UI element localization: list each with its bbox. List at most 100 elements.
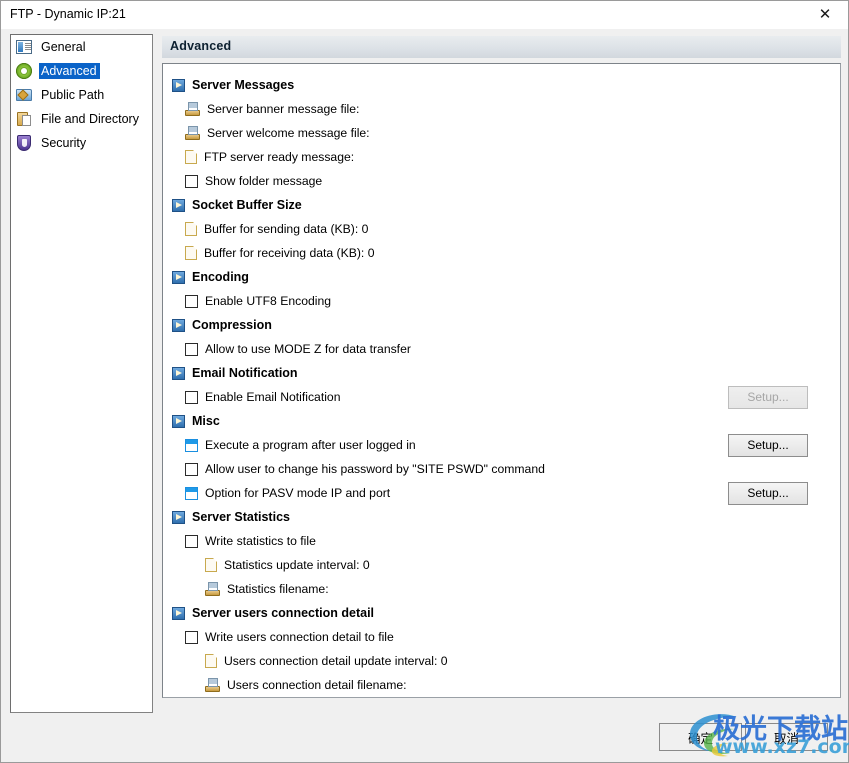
setting-label: Users connection detail filename: <box>227 678 407 692</box>
cancel-button[interactable]: 取消 <box>745 723 828 751</box>
pane-header: Advanced <box>162 36 841 58</box>
section-header[interactable]: Server Statistics <box>163 505 840 529</box>
section-header[interactable]: Server users connection detail <box>163 601 840 625</box>
clipboard-icon <box>15 110 33 128</box>
setting-label: FTP server ready message: <box>204 150 355 164</box>
setting-row[interactable]: Option for PASV mode IP and port Setup... <box>163 481 840 505</box>
sidebar-item-general[interactable]: General <box>11 35 152 59</box>
setting-row[interactable]: Statistics update interval: 0 <box>163 553 840 577</box>
setting-label: Statistics update interval: 0 <box>224 558 370 572</box>
checkbox[interactable] <box>185 486 198 500</box>
page-icon <box>185 150 197 164</box>
sidebar-item-advanced[interactable]: Advanced <box>11 59 152 83</box>
section-title: Socket Buffer Size <box>192 198 302 212</box>
expand-arrow-icon[interactable] <box>172 510 185 524</box>
file-document-icon <box>185 102 200 116</box>
setting-row[interactable]: Users connection detail filename: <box>163 673 840 697</box>
sidebar-item-label: Advanced <box>39 63 100 79</box>
setting-row[interactable]: Allow to use MODE Z for data transfer <box>163 337 840 361</box>
window-title: FTP - Dynamic IP:21 <box>10 7 126 21</box>
setting-row[interactable]: Enable Email Notification Setup... <box>163 385 840 409</box>
sidebar: General Advanced Public Path File and Direc… <box>10 34 153 713</box>
shield-icon <box>15 134 33 152</box>
setting-label: Allow to use MODE Z for data transfer <box>205 342 411 356</box>
setting-label: Enable UTF8 Encoding <box>205 294 332 308</box>
checkbox[interactable] <box>185 294 198 308</box>
page-title: Advanced <box>170 39 232 53</box>
section-title: Server users connection detail <box>192 606 375 620</box>
setting-label: Allow user to change his password by "SI… <box>205 462 545 476</box>
setting-label: Write statistics to file <box>205 534 316 548</box>
folder-link-icon <box>15 86 33 104</box>
setting-label: Write users connection detail to file <box>205 630 394 644</box>
setting-row[interactable]: Enable UTF8 Encoding <box>163 289 840 313</box>
setting-row[interactable]: Show folder message <box>163 169 840 193</box>
sidebar-item-public-path[interactable]: Public Path <box>11 83 152 107</box>
setting-row[interactable]: FTP server ready message: <box>163 145 840 169</box>
file-document-icon <box>205 582 220 596</box>
setting-row[interactable]: Server banner message file: <box>163 97 840 121</box>
checkbox[interactable] <box>185 462 198 476</box>
setting-label: Buffer for sending data (KB): 0 <box>204 222 369 236</box>
expand-arrow-icon[interactable] <box>172 366 185 380</box>
advanced-settings-panel: Server Messages Server banner message fil… <box>162 63 841 698</box>
setting-row[interactable]: Buffer for sending data (KB): 0 <box>163 217 840 241</box>
sidebar-item-file-and-directory[interactable]: File and Directory <box>11 107 152 131</box>
setting-label: Statistics filename: <box>227 582 329 596</box>
setting-row[interactable]: Execute a program after user logged in Se… <box>163 433 840 457</box>
setting-row[interactable]: Buffer for receiving data (KB): 0 <box>163 241 840 265</box>
checkbox[interactable] <box>185 342 198 356</box>
sidebar-item-label: General <box>41 40 86 54</box>
checkbox[interactable] <box>185 438 198 452</box>
setting-row[interactable]: Write statistics to file <box>163 529 840 553</box>
sidebar-item-label: File and Directory <box>41 112 139 126</box>
section-title: Misc <box>192 414 220 428</box>
expand-arrow-icon[interactable] <box>172 78 185 92</box>
section-header[interactable]: Compression <box>163 313 840 337</box>
section-header[interactable]: Email Notification <box>163 361 840 385</box>
page-icon <box>185 246 197 260</box>
checkbox[interactable] <box>185 630 198 644</box>
sidebar-item-security[interactable]: Security <box>11 131 152 155</box>
page-icon <box>185 222 197 236</box>
file-document-icon <box>205 678 220 692</box>
section-header[interactable]: Misc <box>163 409 840 433</box>
title-bar: FTP - Dynamic IP:21 ✕ <box>1 1 848 29</box>
section-title: Encoding <box>192 270 249 284</box>
setting-row[interactable]: Allow user to change his password by "SI… <box>163 457 840 481</box>
section-header[interactable]: Encoding <box>163 265 840 289</box>
setting-label: Option for PASV mode IP and port <box>205 486 391 500</box>
checkbox[interactable] <box>185 390 198 404</box>
sidebar-item-label: Public Path <box>41 88 105 102</box>
setting-row[interactable]: Server welcome message file: <box>163 121 840 145</box>
expand-arrow-icon[interactable] <box>172 198 185 212</box>
close-icon[interactable]: ✕ <box>802 1 848 28</box>
setting-row[interactable]: Write users connection detail to file <box>163 625 840 649</box>
sidebar-item-label: Security <box>41 136 87 150</box>
page-icon <box>205 654 217 668</box>
section-header[interactable]: Server Messages <box>163 73 840 97</box>
setup-button[interactable]: Setup... <box>728 481 808 505</box>
expand-arrow-icon[interactable] <box>172 318 185 332</box>
gear-icon <box>15 62 33 80</box>
section-title: Email Notification <box>192 366 298 380</box>
section-title: Compression <box>192 318 272 332</box>
setting-label: Buffer for receiving data (KB): 0 <box>204 246 375 260</box>
checkbox[interactable] <box>185 534 198 548</box>
file-document-icon <box>185 126 200 140</box>
expand-arrow-icon[interactable] <box>172 270 185 284</box>
setting-row[interactable]: Users connection detail update interval:… <box>163 649 840 673</box>
expand-arrow-icon[interactable] <box>172 414 185 428</box>
expand-arrow-icon[interactable] <box>172 606 185 620</box>
setting-row[interactable]: Statistics filename: <box>163 577 840 601</box>
page-icon <box>205 558 217 572</box>
ok-button[interactable]: 确定 <box>659 723 742 751</box>
setting-label: Show folder message <box>205 174 323 188</box>
settings-list: Server Messages Server banner message fil… <box>163 64 840 697</box>
setting-label: Server banner message file: <box>207 102 360 116</box>
dialog-window: FTP - Dynamic IP:21 ✕ General Advanced Pub… <box>0 0 849 763</box>
checkbox[interactable] <box>185 174 198 188</box>
section-title: Server Messages <box>192 78 295 92</box>
setup-button[interactable]: Setup... <box>728 433 808 457</box>
section-header[interactable]: Socket Buffer Size <box>163 193 840 217</box>
